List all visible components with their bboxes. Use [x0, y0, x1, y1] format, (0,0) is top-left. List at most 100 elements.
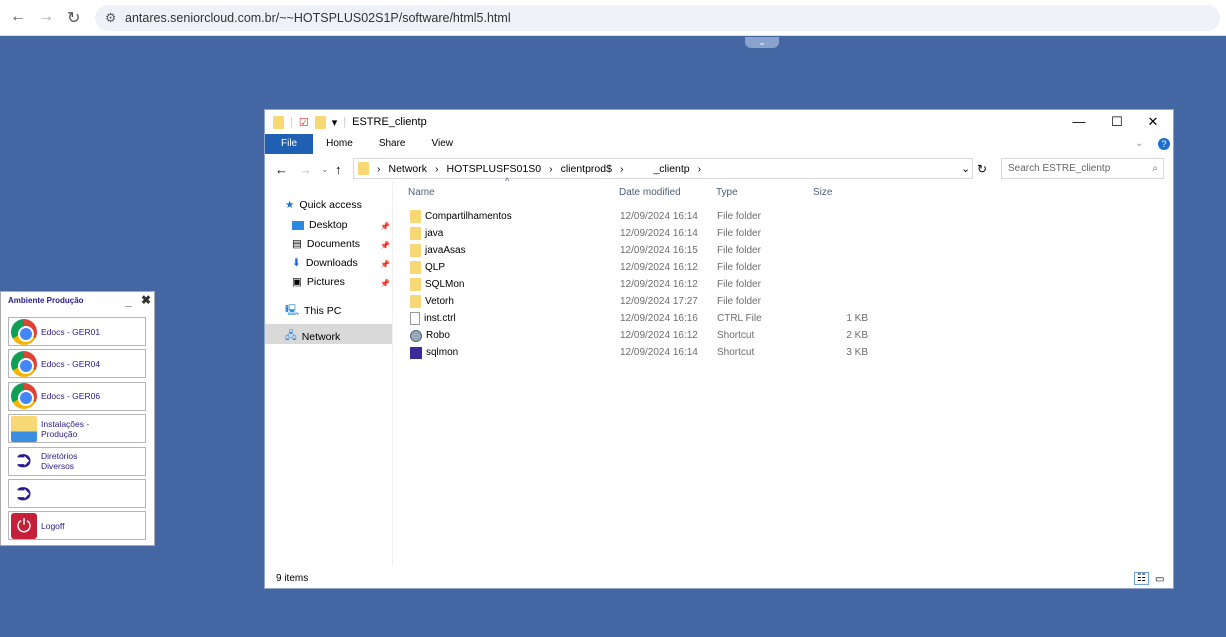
- file-name: sqlmon: [426, 347, 459, 358]
- documents-icon: ▤: [292, 238, 302, 250]
- maximize-button[interactable]: ☐: [1099, 110, 1135, 134]
- navigation-pane: ★ Quick access Desktop 📌 ▤ Documents 📌 ⬇ Down…: [265, 182, 393, 566]
- details-view-icon[interactable]: ☷: [1134, 572, 1149, 585]
- expand-ribbon-icon[interactable]: ⌄: [1135, 134, 1143, 154]
- chevron-down-icon[interactable]: ⌄: [745, 37, 779, 48]
- refresh-icon[interactable]: ↻: [977, 162, 987, 176]
- desktop-icon: [292, 220, 304, 230]
- nav-documents[interactable]: ▤ Documents: [292, 238, 360, 250]
- folder-icon: [358, 162, 369, 175]
- file-size: 3 KB: [846, 347, 868, 358]
- file-row[interactable]: QLP 12/09/2024 16:12 File folder: [410, 259, 1010, 276]
- nav-downloads[interactable]: ⬇ Downloads: [292, 257, 358, 269]
- nav-quick-access[interactable]: ★ Quick access: [285, 199, 362, 211]
- file-size: 1 KB: [846, 313, 868, 324]
- file-icon: [410, 312, 420, 325]
- minimize-icon[interactable]: _: [125, 294, 132, 308]
- forward-icon[interactable]: →: [299, 162, 312, 177]
- file-row[interactable]: Robo 12/09/2024 16:12 Shortcut 2 KB: [410, 327, 1010, 344]
- panel-title: Ambiente Produção: [8, 296, 84, 305]
- file-explorer-icon: [11, 415, 37, 442]
- column-type[interactable]: Type: [716, 187, 738, 198]
- up-icon[interactable]: ↑: [335, 162, 342, 177]
- launcher-button[interactable]: ⮊: [8, 479, 146, 508]
- search-icon: ⌕: [1152, 163, 1158, 174]
- folder-icon: [410, 227, 421, 240]
- folder-arrow-icon: ⮊: [17, 451, 31, 472]
- column-name[interactable]: Name: [408, 187, 435, 198]
- new-folder-icon[interactable]: [314, 115, 326, 129]
- pin-icon: 📌: [380, 241, 390, 250]
- folder-icon: [410, 278, 421, 291]
- file-row[interactable]: SQLMon 12/09/2024 16:12 File folder: [410, 276, 1010, 293]
- launcher-button[interactable]: Edocs - GER01: [8, 317, 146, 346]
- file-type: Shortcut: [717, 347, 755, 358]
- file-row[interactable]: java 12/09/2024 16:14 File folder: [410, 225, 1010, 242]
- file-row[interactable]: javaAsas 12/09/2024 16:15 File folder: [410, 242, 1010, 259]
- breadcrumb-item[interactable]: _clientp: [653, 163, 689, 175]
- tab-share[interactable]: Share: [366, 134, 419, 154]
- pin-icon: 📌: [380, 260, 390, 269]
- nav-network[interactable]: 🖧 Network: [285, 328, 340, 346]
- properties-icon[interactable]: ☑: [299, 116, 309, 129]
- url-bar[interactable]: ⚙ antares.seniorcloud.com.br/~~HOTSPLUS02…: [95, 5, 1220, 31]
- file-date: 12/09/2024 16:12: [620, 330, 698, 341]
- launcher-button-label: Diretórios Diversos: [41, 451, 78, 472]
- tab-view[interactable]: View: [419, 134, 467, 154]
- launcher-button[interactable]: Edocs - GER06: [8, 381, 146, 411]
- network-icon: 🖧: [285, 330, 297, 342]
- site-settings-icon[interactable]: ⚙: [105, 5, 116, 31]
- file-row[interactable]: Vetorh 12/09/2024 17:27 File folder: [410, 293, 1010, 310]
- file-row[interactable]: sqlmon 12/09/2024 16:14 Shortcut 3 KB: [410, 344, 1010, 361]
- file-row[interactable]: inst.ctrl 12/09/2024 16:16 CTRL File 1 K…: [410, 310, 1010, 327]
- chrome-icon: [11, 350, 37, 377]
- file-row[interactable]: Compartilhamentos 12/09/2024 16:14 File …: [410, 208, 1010, 225]
- file-name: Compartilhamentos: [425, 211, 512, 222]
- dropdown-icon[interactable]: ⌄: [961, 163, 970, 175]
- tab-file[interactable]: File: [265, 134, 314, 154]
- nav-pictures[interactable]: ▣ Pictures: [292, 276, 345, 288]
- reload-icon[interactable]: ↻: [67, 8, 80, 28]
- close-button[interactable]: ✕: [1135, 110, 1171, 134]
- search-input[interactable]: Search ESTRE_clientp ⌕: [1001, 158, 1164, 179]
- launcher-button[interactable]: Instalações - Produção: [8, 414, 146, 444]
- large-icons-view-icon[interactable]: ▭: [1155, 574, 1164, 585]
- nav-this-pc[interactable]: 🖳 This PC: [285, 302, 341, 320]
- column-size[interactable]: Size: [813, 187, 832, 198]
- back-icon[interactable]: ←: [10, 8, 26, 26]
- recent-locations-icon[interactable]: ⌄: [321, 164, 329, 175]
- file-date: 12/09/2024 16:14: [620, 347, 698, 358]
- pin-icon: 📌: [380, 222, 390, 231]
- back-icon[interactable]: ←: [275, 162, 288, 177]
- customize-qat-icon[interactable]: ▾: [332, 116, 338, 129]
- launcher-button-label: Logoff: [41, 520, 65, 531]
- file-name: Vetorh: [425, 296, 454, 307]
- folder-arrow-icon: ⮊: [17, 483, 31, 504]
- chrome-icon: [11, 318, 37, 345]
- file-date: 12/09/2024 16:14: [620, 211, 698, 222]
- file-explorer-window: | ☑ ▾ | ESTRE_clientp — ☐ ✕ File Home Sha…: [264, 109, 1174, 589]
- close-icon[interactable]: ✖: [141, 293, 151, 307]
- tab-home[interactable]: Home: [313, 134, 366, 154]
- launcher-button[interactable]: Edocs - GER04: [8, 349, 146, 379]
- computer-icon: 🖳: [285, 304, 300, 316]
- launcher-button-label: Edocs - GER06: [41, 391, 101, 402]
- file-name: QLP: [425, 262, 446, 273]
- minimize-button[interactable]: —: [1061, 110, 1097, 134]
- breadcrumb-item[interactable]: clientprod$: [561, 163, 612, 175]
- column-date-modified[interactable]: Date modified: [619, 187, 681, 198]
- star-icon: ★: [285, 199, 295, 211]
- launcher-button[interactable]: ⮊ Diretórios Diversos: [8, 446, 146, 476]
- forward-icon[interactable]: →: [38, 8, 54, 26]
- breadcrumb[interactable]: › Network › HOTSPLUSFS01S0 › clientprod$ › …: [353, 158, 973, 179]
- breadcrumb-item[interactable]: HOTSPLUSFS01S0: [447, 163, 542, 175]
- file-name: Robo: [426, 330, 450, 341]
- nav-desktop[interactable]: Desktop: [292, 219, 348, 231]
- launcher-button[interactable]: ⏻ Logoff: [8, 511, 146, 541]
- breadcrumb-item[interactable]: Network: [389, 163, 428, 175]
- title-bar: | ☑ ▾ | ESTRE_clientp — ☐ ✕: [265, 110, 1173, 134]
- file-name: inst.ctrl: [424, 313, 456, 324]
- folder-icon: [410, 295, 421, 308]
- chrome-icon: [11, 383, 37, 410]
- help-icon[interactable]: ?: [1158, 138, 1170, 150]
